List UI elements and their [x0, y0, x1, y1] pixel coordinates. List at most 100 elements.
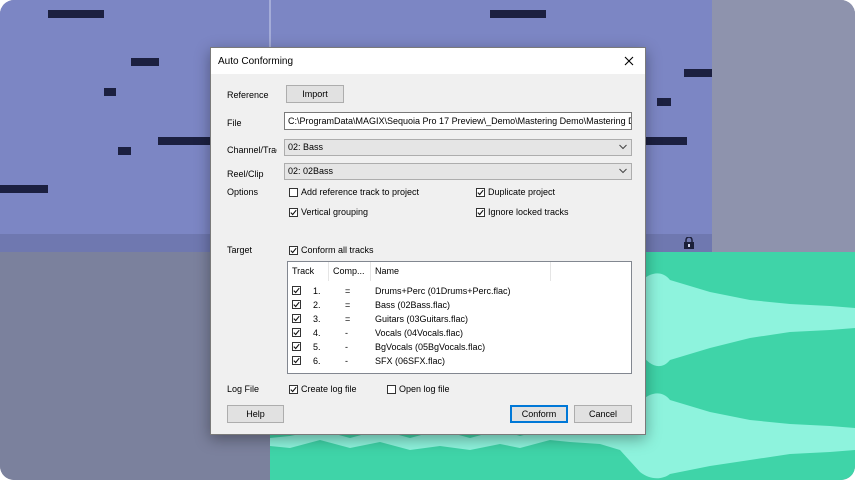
checkmark-icon — [290, 247, 297, 253]
chevron-down-icon — [619, 144, 627, 150]
checkmark-icon — [293, 329, 300, 336]
row-checkbox[interactable] — [292, 300, 301, 309]
checkmark-icon — [293, 287, 300, 294]
column-header-track[interactable]: Track — [288, 262, 329, 281]
row-checkbox[interactable] — [292, 328, 301, 337]
checkbox-box[interactable] — [289, 384, 298, 394]
reel-clip-value: 02: 02Bass — [288, 166, 334, 176]
comparison-value: - — [345, 328, 348, 338]
create-log-checkbox[interactable]: Create log file — [289, 384, 357, 394]
channel-track-label: Channel/Track — [227, 145, 277, 155]
checkmark-icon — [477, 209, 484, 215]
vertical-grouping-checkbox[interactable]: Vertical grouping — [289, 207, 368, 217]
dialog-titlebar[interactable]: Auto Conforming — [211, 48, 645, 74]
close-button[interactable] — [619, 51, 639, 71]
add-reference-label: Add reference track to project — [301, 187, 420, 197]
table-row[interactable]: 5. - BgVocals (05BgVocals.flac) — [288, 340, 631, 354]
channel-track-value: 02: Bass — [288, 142, 324, 152]
empty-track-area — [712, 0, 855, 252]
file-path-field[interactable]: C:\ProgramData\MAGIX\Sequoia Pro 17 Prev… — [284, 112, 632, 130]
row-checkbox[interactable] — [292, 342, 301, 351]
channel-track-dropdown[interactable]: 02: Bass — [284, 139, 632, 156]
track-number: 5. — [313, 342, 321, 352]
checkmark-icon — [293, 315, 300, 322]
row-checkbox[interactable] — [292, 356, 301, 365]
comparison-value: = — [345, 314, 351, 324]
help-button[interactable]: Help — [227, 405, 284, 423]
add-reference-checkbox[interactable]: Add reference track to project — [289, 187, 419, 197]
row-checkbox[interactable] — [292, 314, 301, 323]
reel-clip-label: Reel/Clip — [227, 169, 264, 179]
auto-conforming-dialog: Auto Conforming Reference Import File C:… — [210, 47, 646, 435]
checkmark-icon — [293, 301, 300, 308]
screen: Auto Conforming Reference Import File C:… — [0, 0, 855, 480]
midi-note[interactable] — [684, 69, 712, 77]
open-log-checkbox[interactable]: Open log file — [387, 384, 450, 394]
table-row[interactable]: 3. = Guitars (03Guitars.flac) — [288, 312, 631, 326]
midi-note[interactable] — [657, 98, 671, 106]
vertical-grouping-label: Vertical grouping — [301, 207, 369, 217]
checkbox-box[interactable] — [476, 187, 485, 197]
midi-note[interactable] — [48, 10, 104, 18]
track-number: 2. — [313, 300, 321, 310]
track-name: BgVocals (05BgVocals.flac) — [375, 342, 486, 352]
checkmark-icon — [293, 343, 300, 350]
checkbox-box[interactable] — [289, 207, 298, 217]
table-row[interactable]: 2. = Bass (02Bass.flac) — [288, 298, 631, 312]
track-number: 1. — [313, 286, 321, 296]
comparison-value: - — [345, 356, 348, 366]
checkmark-icon — [477, 189, 484, 195]
options-label: Options — [227, 187, 259, 197]
track-list[interactable]: Track Comp... Name 1. = Drums+Perc (01Drum… — [287, 261, 632, 374]
conform-all-label: Conform all tracks — [301, 245, 374, 255]
cancel-button[interactable]: Cancel — [574, 405, 632, 423]
track-number: 6. — [313, 356, 321, 366]
checkbox-box[interactable] — [289, 187, 298, 197]
track-name: Bass (02Bass.flac) — [375, 300, 451, 310]
comparison-value: - — [345, 342, 348, 352]
track-name: Drums+Perc (01Drums+Perc.flac) — [375, 286, 511, 296]
lock-icon[interactable] — [682, 237, 696, 249]
checkbox-box[interactable] — [387, 384, 396, 394]
open-log-label: Open log file — [399, 384, 450, 394]
file-label: File — [227, 118, 242, 128]
duplicate-project-label: Duplicate project — [488, 187, 556, 197]
duplicate-project-checkbox[interactable]: Duplicate project — [476, 187, 555, 197]
midi-note[interactable] — [0, 185, 48, 193]
comparison-value: = — [345, 300, 351, 310]
column-header-name[interactable]: Name — [371, 262, 551, 281]
checkmark-icon — [293, 357, 300, 364]
comparison-value: = — [345, 286, 351, 296]
chevron-down-icon — [619, 168, 627, 174]
midi-note[interactable] — [490, 10, 546, 18]
midi-note[interactable] — [131, 58, 159, 66]
dialog-title: Auto Conforming — [218, 56, 294, 67]
track-name: Guitars (03Guitars.flac) — [375, 314, 469, 324]
ignore-locked-label: Ignore locked tracks — [488, 207, 569, 217]
checkbox-box[interactable] — [289, 245, 298, 255]
row-checkbox[interactable] — [292, 286, 301, 295]
reference-label: Reference — [227, 90, 269, 100]
ignore-locked-checkbox[interactable]: Ignore locked tracks — [476, 207, 569, 217]
track-number: 4. — [313, 328, 321, 338]
conform-button[interactable]: Conform — [510, 405, 568, 423]
midi-note[interactable] — [104, 88, 116, 96]
track-name: Vocals (04Vocals.flac) — [375, 328, 464, 338]
table-row[interactable]: 4. - Vocals (04Vocals.flac) — [288, 326, 631, 340]
midi-note[interactable] — [158, 137, 210, 145]
checkmark-icon — [290, 209, 297, 215]
reel-clip-dropdown[interactable]: 02: 02Bass — [284, 163, 632, 180]
create-log-label: Create log file — [301, 384, 357, 394]
checkmark-icon — [290, 386, 297, 392]
track-number: 3. — [313, 314, 321, 324]
midi-note[interactable] — [118, 147, 131, 155]
midi-note[interactable] — [645, 137, 687, 145]
table-row[interactable]: 1. = Drums+Perc (01Drums+Perc.flac) — [288, 284, 631, 298]
import-button[interactable]: Import — [286, 85, 344, 103]
track-name: SFX (06SFX.flac) — [375, 356, 446, 366]
conform-all-checkbox[interactable]: Conform all tracks — [289, 245, 374, 255]
log-file-label: Log File — [227, 384, 260, 394]
column-header-comp[interactable]: Comp... — [329, 262, 371, 281]
checkbox-box[interactable] — [476, 207, 485, 217]
table-row[interactable]: 6. - SFX (06SFX.flac) — [288, 354, 631, 368]
